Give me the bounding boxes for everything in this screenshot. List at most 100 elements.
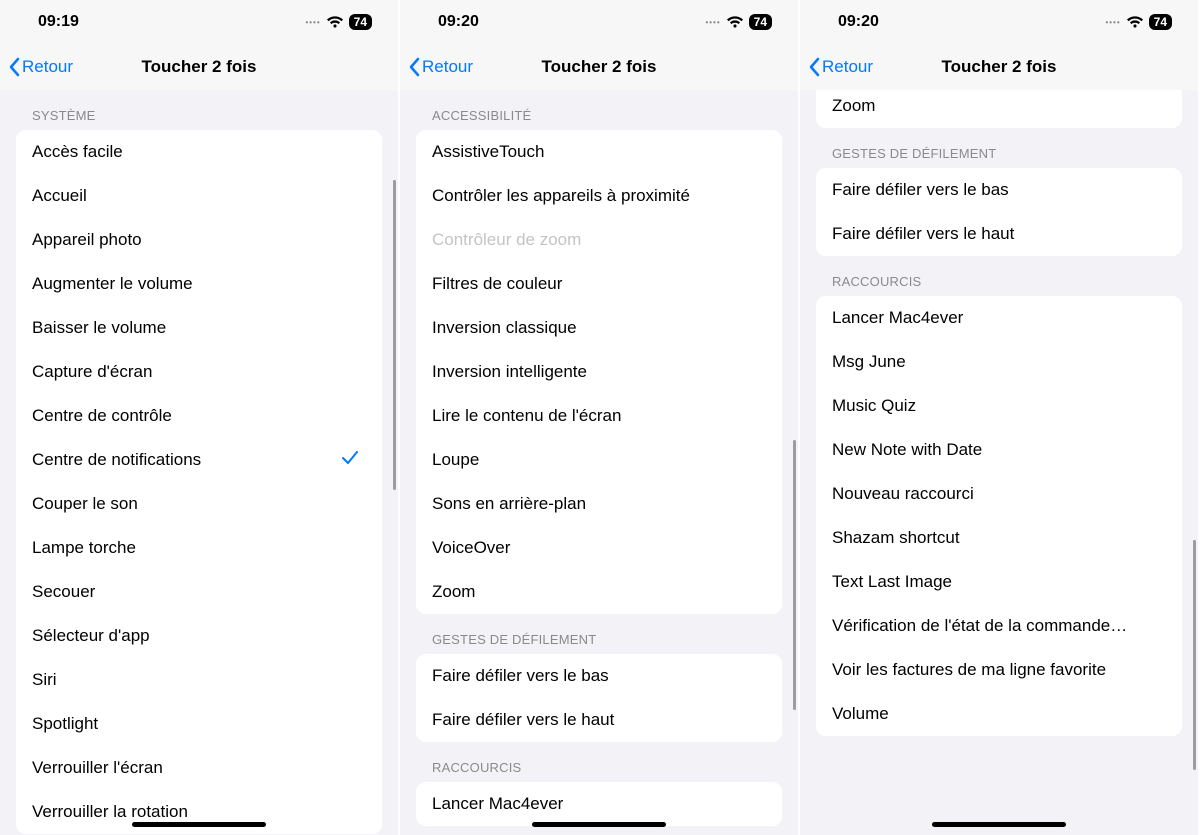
back-button[interactable]: Retour bbox=[8, 57, 73, 77]
list-item-label: Accès facile bbox=[32, 142, 123, 162]
page-title: Toucher 2 fois bbox=[542, 57, 657, 77]
list-item[interactable]: Faire défiler vers le bas bbox=[416, 654, 782, 698]
list-item-label: Contrôler les appareils à proximité bbox=[432, 186, 690, 206]
cell-signal-icon: •••• bbox=[705, 18, 720, 27]
home-indicator[interactable] bbox=[132, 822, 266, 827]
list-item[interactable]: Baisser le volume bbox=[16, 306, 382, 350]
list-item[interactable]: Accès facile bbox=[16, 130, 382, 174]
list-item-label: Lampe torche bbox=[32, 538, 136, 558]
list-item[interactable]: Filtres de couleur bbox=[416, 262, 782, 306]
list-item[interactable]: Spotlight bbox=[16, 702, 382, 746]
list-item[interactable]: Augmenter le volume bbox=[16, 262, 382, 306]
list-item-label: VoiceOver bbox=[432, 538, 510, 558]
back-label: Retour bbox=[822, 57, 873, 77]
page-title: Toucher 2 fois bbox=[942, 57, 1057, 77]
list-item[interactable]: New Note with Date bbox=[816, 428, 1182, 472]
status-right: ••••74 bbox=[705, 14, 772, 30]
list-item[interactable]: Zoom bbox=[816, 90, 1182, 128]
home-indicator[interactable] bbox=[532, 822, 666, 827]
list-item[interactable]: Msg June bbox=[816, 340, 1182, 384]
list-item[interactable]: VoiceOver bbox=[416, 526, 782, 570]
list-item-label: Voir les factures de ma ligne favorite bbox=[832, 660, 1106, 680]
list-item[interactable]: Lire le contenu de l'écran bbox=[416, 394, 782, 438]
list-item-label: Secouer bbox=[32, 582, 95, 602]
list-item[interactable]: Nouveau raccourci bbox=[816, 472, 1182, 516]
scrollbar[interactable] bbox=[1193, 540, 1196, 770]
chevron-left-icon bbox=[408, 57, 420, 77]
list-item[interactable]: Loupe bbox=[416, 438, 782, 482]
list-item-label: Siri bbox=[32, 670, 57, 690]
list-item[interactable]: Couper le son bbox=[16, 482, 382, 526]
list-item[interactable]: Appareil photo bbox=[16, 218, 382, 262]
list-item[interactable]: Verrouiller l'écran bbox=[16, 746, 382, 790]
list-item[interactable]: Lampe torche bbox=[16, 526, 382, 570]
list-item[interactable]: Voir les factures de ma ligne favorite bbox=[816, 648, 1182, 692]
list-item-label: Couper le son bbox=[32, 494, 138, 514]
back-button[interactable]: Retour bbox=[408, 57, 473, 77]
list-item-label: Sélecteur d'app bbox=[32, 626, 150, 646]
list-item[interactable]: Lancer Mac4ever bbox=[416, 782, 782, 826]
list-item-label: Centre de contrôle bbox=[32, 406, 172, 426]
status-bar: 09:20••••74 bbox=[800, 0, 1198, 44]
list-item-label: Faire défiler vers le haut bbox=[432, 710, 614, 730]
list-item[interactable]: Centre de notifications bbox=[16, 438, 382, 482]
list-item[interactable]: Sons en arrière-plan bbox=[416, 482, 782, 526]
list-item[interactable]: Lancer Mac4ever bbox=[816, 296, 1182, 340]
list-item-label: Filtres de couleur bbox=[432, 274, 562, 294]
list-item[interactable]: Verrouiller la rotation bbox=[16, 790, 382, 834]
scroll-area[interactable]: SYSTÈME Accès facile Accueil Appareil photo… bbox=[0, 90, 398, 835]
list-group: Lancer Mac4ever bbox=[416, 782, 782, 826]
list-item-label: Lire le contenu de l'écran bbox=[432, 406, 621, 426]
scroll-area[interactable]: ACCESSIBILITÉAssistiveTouchContrôler les… bbox=[400, 90, 798, 835]
chevron-left-icon bbox=[8, 57, 20, 77]
list-group: Faire défiler vers le bas Faire défiler v… bbox=[816, 168, 1182, 256]
list-item[interactable]: Capture d'écran bbox=[16, 350, 382, 394]
list-item[interactable]: Faire défiler vers le haut bbox=[416, 698, 782, 742]
list-item[interactable]: Shazam shortcut bbox=[816, 516, 1182, 560]
list-item[interactable]: Centre de contrôle bbox=[16, 394, 382, 438]
list-item-label: Centre de notifications bbox=[32, 450, 201, 470]
list-item[interactable]: Faire défiler vers le bas bbox=[816, 168, 1182, 212]
list-group: AssistiveTouch Contrôler les appareils à … bbox=[416, 130, 782, 614]
section-header: GESTES DE DÉFILEMENT bbox=[400, 614, 798, 654]
list-item[interactable]: Music Quiz bbox=[816, 384, 1182, 428]
scrollbar[interactable] bbox=[393, 180, 396, 490]
list-item[interactable]: Vérification de l'état de la commande… bbox=[816, 604, 1182, 648]
phone-screen: 09:20••••74 Retour Toucher 2 fois ZoomGESTE… bbox=[800, 0, 1198, 835]
list-item-label: Faire défiler vers le haut bbox=[832, 224, 1014, 244]
list-item[interactable]: Volume bbox=[816, 692, 1182, 736]
list-item-label: Verrouiller la rotation bbox=[32, 802, 188, 822]
list-item[interactable]: Siri bbox=[16, 658, 382, 702]
scroll-area[interactable]: ZoomGESTES DE DÉFILEMENTFaire défiler ve… bbox=[800, 90, 1198, 835]
section-header: GESTES DE DÉFILEMENT bbox=[800, 128, 1198, 168]
list-item[interactable]: Sélecteur d'app bbox=[16, 614, 382, 658]
wifi-icon bbox=[1127, 16, 1143, 28]
phone-screen: 09:19••••74RetourToucher 2 foisSYSTÈMEAc… bbox=[0, 0, 398, 835]
list-item[interactable]: Text Last Image bbox=[816, 560, 1182, 604]
list-item[interactable]: Secouer bbox=[16, 570, 382, 614]
nav-bar: RetourToucher 2 fois bbox=[0, 44, 398, 90]
status-time: 09:19 bbox=[38, 13, 79, 31]
list-item-label: Appareil photo bbox=[32, 230, 142, 250]
status-right: ••••74 bbox=[1105, 14, 1172, 30]
list-item[interactable]: Accueil bbox=[16, 174, 382, 218]
list-item-label: Verrouiller l'écran bbox=[32, 758, 163, 778]
list-item-label: Music Quiz bbox=[832, 396, 916, 416]
list-item[interactable]: Contrôler les appareils à proximité bbox=[416, 174, 782, 218]
list-item[interactable]: Inversion intelligente bbox=[416, 350, 782, 394]
status-time: 09:20 bbox=[438, 13, 479, 31]
back-button[interactable]: Retour bbox=[808, 57, 873, 77]
list-item[interactable]: Zoom bbox=[416, 570, 782, 614]
list-item[interactable]: AssistiveTouch bbox=[416, 130, 782, 174]
section-header: SYSTÈME bbox=[0, 90, 398, 130]
list-item[interactable]: Inversion classique bbox=[416, 306, 782, 350]
section-header: RACCOURCIS bbox=[800, 256, 1198, 296]
list-item-label: Nouveau raccourci bbox=[832, 484, 974, 504]
cell-signal-icon: •••• bbox=[1105, 18, 1120, 27]
list-item[interactable]: Faire défiler vers le haut bbox=[816, 212, 1182, 256]
selected-checkmark bbox=[342, 450, 358, 470]
list-item-label: Baisser le volume bbox=[32, 318, 166, 338]
list-item-label: Inversion intelligente bbox=[432, 362, 587, 382]
home-indicator[interactable] bbox=[932, 822, 1066, 827]
scrollbar[interactable] bbox=[793, 440, 796, 710]
